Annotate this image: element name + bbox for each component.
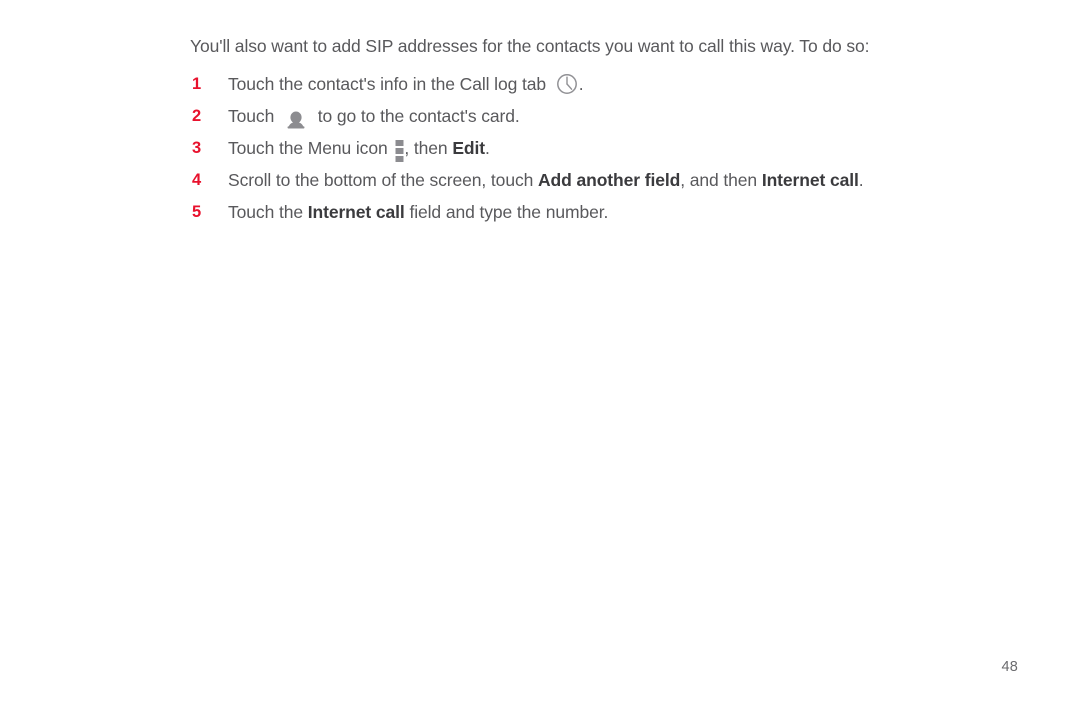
- step-number: 3: [192, 139, 202, 157]
- list-item: 3 Touch the Menu icon , then Edit.: [190, 132, 910, 164]
- step-text-bold: Add another field: [538, 170, 681, 190]
- list-item: 5 Touch the Internet call field and type…: [190, 196, 910, 228]
- step-body: Touch to go to the contact's card.: [228, 106, 520, 129]
- page-number: 48: [1001, 659, 1018, 675]
- step-text-segment: Touch the Menu icon: [228, 138, 393, 158]
- step-text-segment: Scroll to the bottom of the screen, touc…: [228, 170, 538, 190]
- step-body: Scroll to the bottom of the screen, touc…: [228, 170, 864, 190]
- step-number: 5: [192, 203, 202, 221]
- step-number: 4: [192, 171, 202, 189]
- step-body: Touch the Internet call field and type t…: [228, 202, 608, 222]
- step-body: Touch the Menu icon , then Edit.: [228, 138, 490, 163]
- list-item: 2 Touch to go to the contact's card.: [190, 100, 910, 132]
- step-text-segment: , and then: [680, 170, 762, 190]
- step-text-bold: Internet call: [307, 202, 405, 222]
- step-text-segment: to go to the contact's card.: [312, 106, 520, 126]
- step-text-segment: field and type the number.: [404, 202, 609, 222]
- document-page: You'll also want to add SIP addresses fo…: [0, 0, 1080, 720]
- step-text-segment: Touch the contact's info in the Call log…: [228, 74, 551, 94]
- clock-icon: [556, 73, 578, 95]
- step-number: 2: [192, 107, 202, 125]
- numbered-step-list: 1 Touch the contact's info in the Call l…: [190, 68, 910, 228]
- step-body: Touch the contact's info in the Call log…: [228, 73, 584, 95]
- step-number: 1: [192, 75, 202, 93]
- step-text-segment: .: [858, 170, 864, 190]
- page-content: You'll also want to add SIP addresses fo…: [190, 34, 910, 228]
- list-item: 1 Touch the contact's info in the Call l…: [190, 68, 910, 100]
- intro-paragraph: You'll also want to add SIP addresses fo…: [190, 36, 870, 56]
- step-text-segment: .: [484, 138, 490, 158]
- overflow-menu-icon: [395, 139, 404, 163]
- list-item: 4 Scroll to the bottom of the screen, to…: [190, 164, 910, 196]
- step-text-bold: Internet call: [761, 170, 859, 190]
- step-text-segment: , then: [404, 138, 453, 158]
- person-icon: [286, 107, 306, 129]
- step-text-segment: Touch: [228, 106, 279, 126]
- step-text-segment: .: [578, 74, 584, 94]
- step-text-segment: Touch the: [228, 202, 308, 222]
- step-text-bold: Edit: [452, 138, 485, 158]
